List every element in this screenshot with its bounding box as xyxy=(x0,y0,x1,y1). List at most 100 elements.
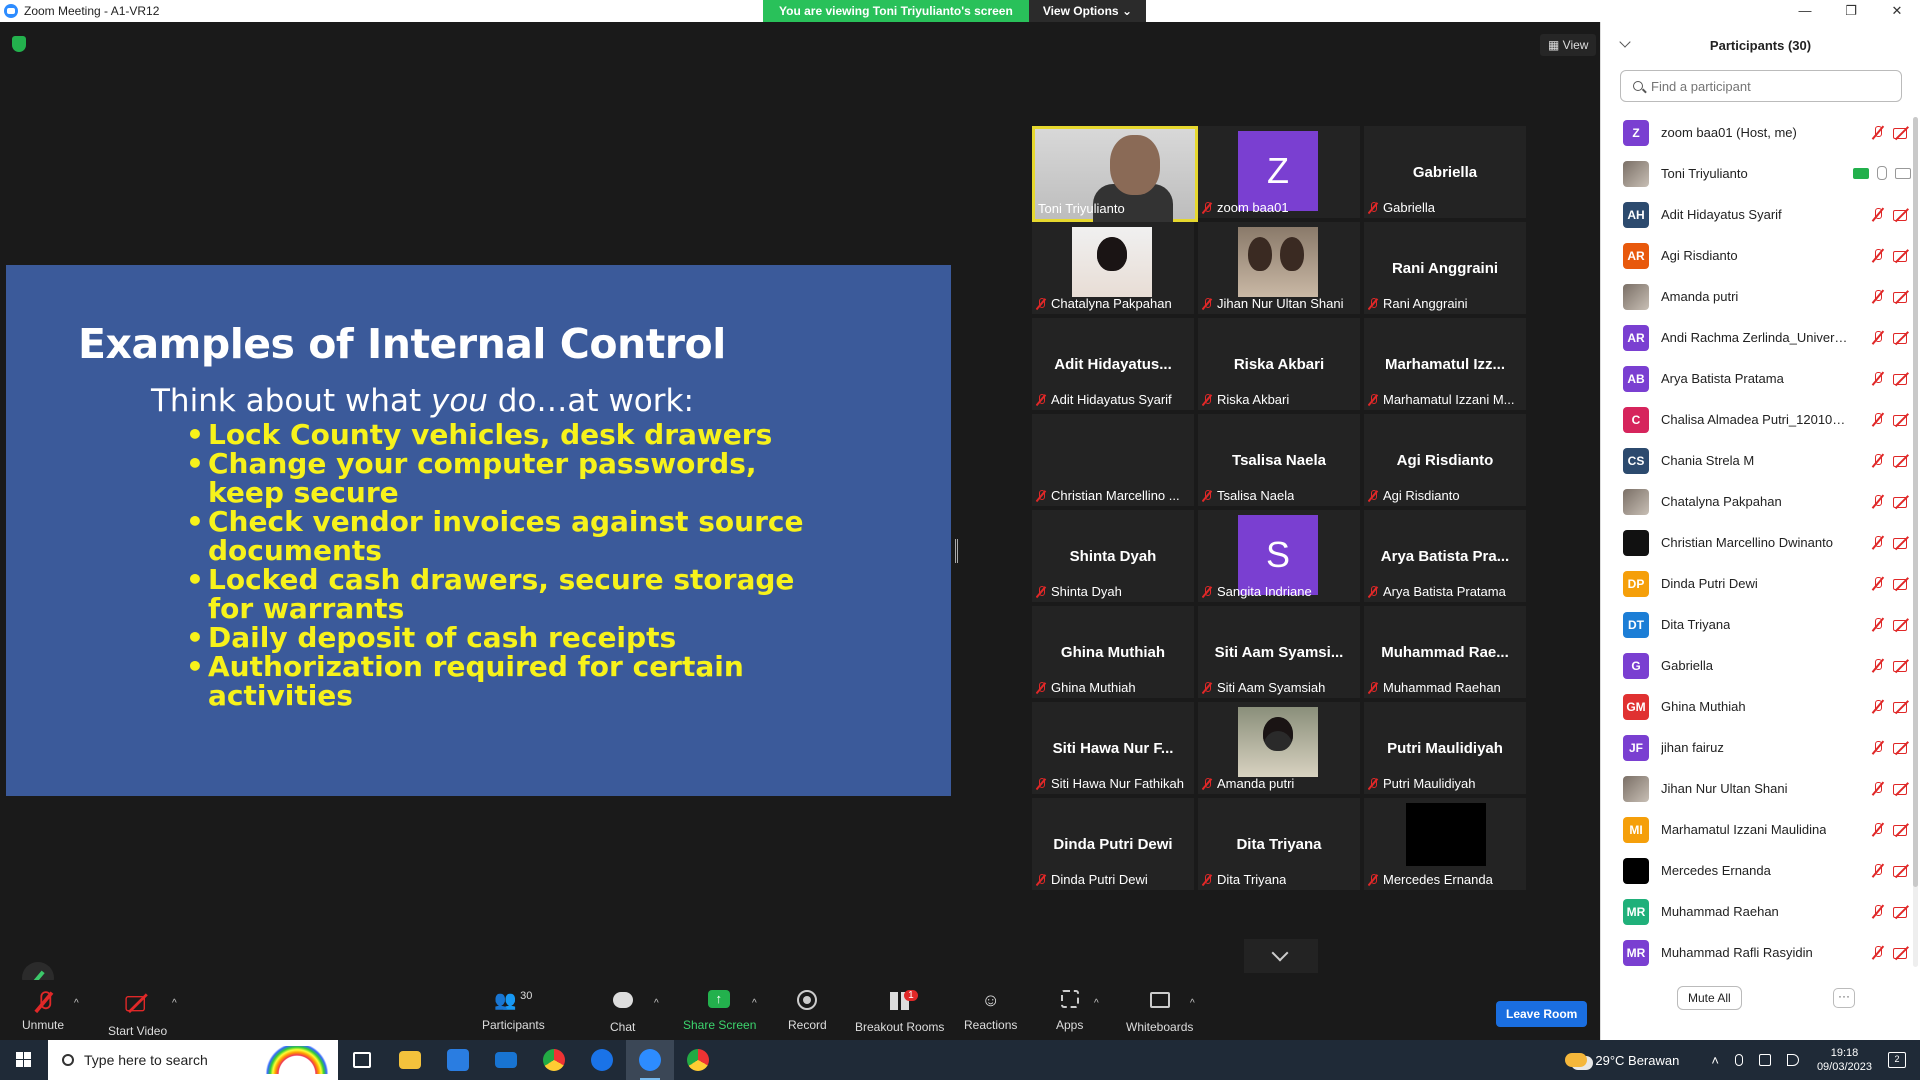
participant-row[interactable]: MR Muhammad Raehan xyxy=(1601,891,1911,932)
chat-button[interactable]: Chat xyxy=(610,990,635,1034)
participant-row[interactable]: DT Dita Triyana xyxy=(1601,604,1911,645)
minimize-button[interactable]: — xyxy=(1782,0,1828,22)
windows-start-icon[interactable] xyxy=(0,1040,48,1080)
microphone-tray-icon[interactable] xyxy=(1734,1054,1743,1066)
chrome-icon[interactable] xyxy=(530,1040,578,1080)
video-tile[interactable]: Tsalisa Naela Tsalisa Naela xyxy=(1198,414,1360,506)
participant-row[interactable]: CS Chania Strela M xyxy=(1601,440,1911,481)
collapse-chevron-icon[interactable] xyxy=(1619,36,1631,48)
maximize-button[interactable]: ❐ xyxy=(1828,0,1874,22)
video-tile[interactable]: Arya Batista Pra... Arya Batista Pratama xyxy=(1364,510,1526,602)
taskbar-search[interactable]: Type here to search xyxy=(48,1040,338,1080)
reactions-button[interactable]: ☺ Reactions xyxy=(964,990,1017,1032)
teamviewer-icon[interactable] xyxy=(578,1040,626,1080)
apps-options-caret[interactable]: ^ xyxy=(1094,998,1099,1009)
gallery-scroll-down-button[interactable] xyxy=(1244,939,1318,973)
video-tile[interactable]: Agi Risdianto Agi Risdianto xyxy=(1364,414,1526,506)
video-tile[interactable]: Dita Triyana Dita Triyana xyxy=(1198,798,1360,890)
view-options-button[interactable]: View Options ⌄ xyxy=(1028,0,1147,22)
participant-row[interactable]: C Chalisa Almadea Putri_1201002... xyxy=(1601,399,1911,440)
video-tile[interactable]: Dinda Putri Dewi Dinda Putri Dewi xyxy=(1032,798,1194,890)
participant-row[interactable]: Amanda putri xyxy=(1601,276,1911,317)
unmute-button[interactable]: Unmute xyxy=(22,990,64,1032)
more-options-button[interactable]: ··· xyxy=(1833,988,1855,1008)
tile-caption-text: Dinda Putri Dewi xyxy=(1051,872,1148,887)
split-resize-handle[interactable] xyxy=(955,539,958,563)
video-tile[interactable]: Christian Marcellino ... xyxy=(1032,414,1194,506)
tile-caption: Ghina Muthiah xyxy=(1036,680,1136,695)
video-tile[interactable]: Shinta Dyah Shinta Dyah xyxy=(1032,510,1194,602)
video-tile[interactable]: Putri Maulidiyah Putri Maulidiyah xyxy=(1364,702,1526,794)
whiteboards-button[interactable]: Whiteboards xyxy=(1126,990,1193,1034)
participant-row[interactable]: AH Adit Hidayatus Syarif xyxy=(1601,194,1911,235)
avatar: S xyxy=(1238,515,1318,595)
participants-button[interactable]: 👥 30 Participants xyxy=(482,990,545,1032)
volume-icon[interactable] xyxy=(1786,1054,1799,1066)
participant-row[interactable]: Jihan Nur Ultan Shani xyxy=(1601,768,1911,809)
view-button[interactable]: ▦ View xyxy=(1540,34,1597,56)
video-tile[interactable]: Rani Anggraini Rani Anggraini xyxy=(1364,222,1526,314)
apps-button[interactable]: Apps xyxy=(1056,990,1083,1032)
tile-caption: Shinta Dyah xyxy=(1036,584,1122,599)
participant-row[interactable]: Mercedes Ernanda xyxy=(1601,850,1911,891)
security-shield-icon[interactable] xyxy=(12,36,26,52)
video-tile[interactable]: Jihan Nur Ultan Shani xyxy=(1198,222,1360,314)
participant-row[interactable]: AB Arya Batista Pratama xyxy=(1601,358,1911,399)
video-tile[interactable]: Zzoom baa01 xyxy=(1198,126,1360,218)
participant-row[interactable]: Christian Marcellino Dwinanto xyxy=(1601,522,1911,563)
breakout-rooms-button[interactable]: 1 Breakout Rooms xyxy=(855,990,944,1034)
participant-row[interactable]: Chatalyna Pakpahan xyxy=(1601,481,1911,522)
video-tile[interactable]: Chatalyna Pakpahan xyxy=(1032,222,1194,314)
video-tile[interactable]: Muhammad Rae... Muhammad Raehan xyxy=(1364,606,1526,698)
participant-row[interactable]: AR Andi Rachma Zerlinda_Universit... xyxy=(1601,317,1911,358)
close-button[interactable]: ✕ xyxy=(1874,0,1920,22)
video-tile[interactable]: Marhamatul Izz... Marhamatul Izzani M... xyxy=(1364,318,1526,410)
notification-icon[interactable]: 2 xyxy=(1888,1052,1906,1068)
participant-row[interactable]: MR Muhammad Rafli Rasyidin xyxy=(1601,932,1911,973)
participant-row[interactable]: JF jihan fairuz xyxy=(1601,727,1911,768)
share-options-caret[interactable]: ^ xyxy=(752,998,757,1009)
mute-all-button[interactable]: Mute All xyxy=(1677,986,1742,1010)
chevron-up-icon[interactable]: ˄ xyxy=(1711,1053,1719,1068)
task-view-icon[interactable] xyxy=(338,1040,386,1080)
participant-row[interactable]: MI Marhamatul Izzani Maulidina xyxy=(1601,809,1911,850)
video-tile[interactable]: Siti Aam Syamsi... Siti Aam Syamsiah xyxy=(1198,606,1360,698)
video-options-caret[interactable]: ^ xyxy=(172,998,177,1009)
taskbar-clock[interactable]: 19:18 09/03/2023 xyxy=(1817,1046,1872,1074)
video-tile[interactable]: Riska Akbari Riska Akbari xyxy=(1198,318,1360,410)
zoom-taskbar-icon[interactable] xyxy=(626,1040,674,1080)
participant-row[interactable]: Toni Triyulianto xyxy=(1601,153,1911,194)
whiteboards-options-caret[interactable]: ^ xyxy=(1190,998,1195,1009)
video-tile[interactable]: Ghina Muthiah Ghina Muthiah xyxy=(1032,606,1194,698)
record-button[interactable]: Record xyxy=(788,990,827,1032)
microsoft-store-icon[interactable] xyxy=(434,1040,482,1080)
chrome-profile-icon[interactable] xyxy=(674,1040,722,1080)
video-tile[interactable]: S Sangita Indriane xyxy=(1198,510,1360,602)
chat-options-caret[interactable]: ^ xyxy=(654,998,659,1009)
participant-list-scrollbar[interactable] xyxy=(1913,117,1918,967)
video-tile[interactable]: Gabriella Gabriella xyxy=(1364,126,1526,218)
tile-display-name: Rani Anggraini xyxy=(1391,260,1499,277)
participant-search-input[interactable] xyxy=(1651,78,1891,94)
participant-row[interactable]: AR Agi Risdianto xyxy=(1601,235,1911,276)
video-tile[interactable]: Adit Hidayatus... Adit Hidayatus Syarif xyxy=(1032,318,1194,410)
video-tile[interactable]: Amanda putri xyxy=(1198,702,1360,794)
participant-row[interactable]: Zzoom baa01 (Host, me) xyxy=(1601,112,1911,153)
participant-row[interactable]: G Gabriella xyxy=(1601,645,1911,686)
participant-search[interactable] xyxy=(1620,70,1902,102)
mail-icon[interactable] xyxy=(482,1040,530,1080)
video-tile[interactable]: Mercedes Ernanda xyxy=(1364,798,1526,890)
profile-photo xyxy=(1406,803,1486,866)
participant-row[interactable]: GM Ghina Muthiah xyxy=(1601,686,1911,727)
network-icon[interactable] xyxy=(1758,1054,1771,1066)
video-tile[interactable]: Siti Hawa Nur F... Siti Hawa Nur Fathikah xyxy=(1032,702,1194,794)
file-explorer-icon[interactable] xyxy=(386,1040,434,1080)
share-screen-button[interactable]: ↑ Share Screen xyxy=(683,990,756,1032)
video-tile[interactable]: Toni Triyulianto xyxy=(1032,126,1198,222)
participant-row[interactable]: DP Dinda Putri Dewi xyxy=(1601,563,1911,604)
leave-room-button[interactable]: Leave Room xyxy=(1496,1001,1588,1027)
audio-options-caret[interactable]: ^ xyxy=(74,998,79,1009)
weather-widget[interactable]: 29°C Berawan xyxy=(1565,1053,1679,1068)
start-video-button[interactable]: Start Video xyxy=(108,990,167,1038)
mic-muted-icon xyxy=(1871,330,1885,346)
